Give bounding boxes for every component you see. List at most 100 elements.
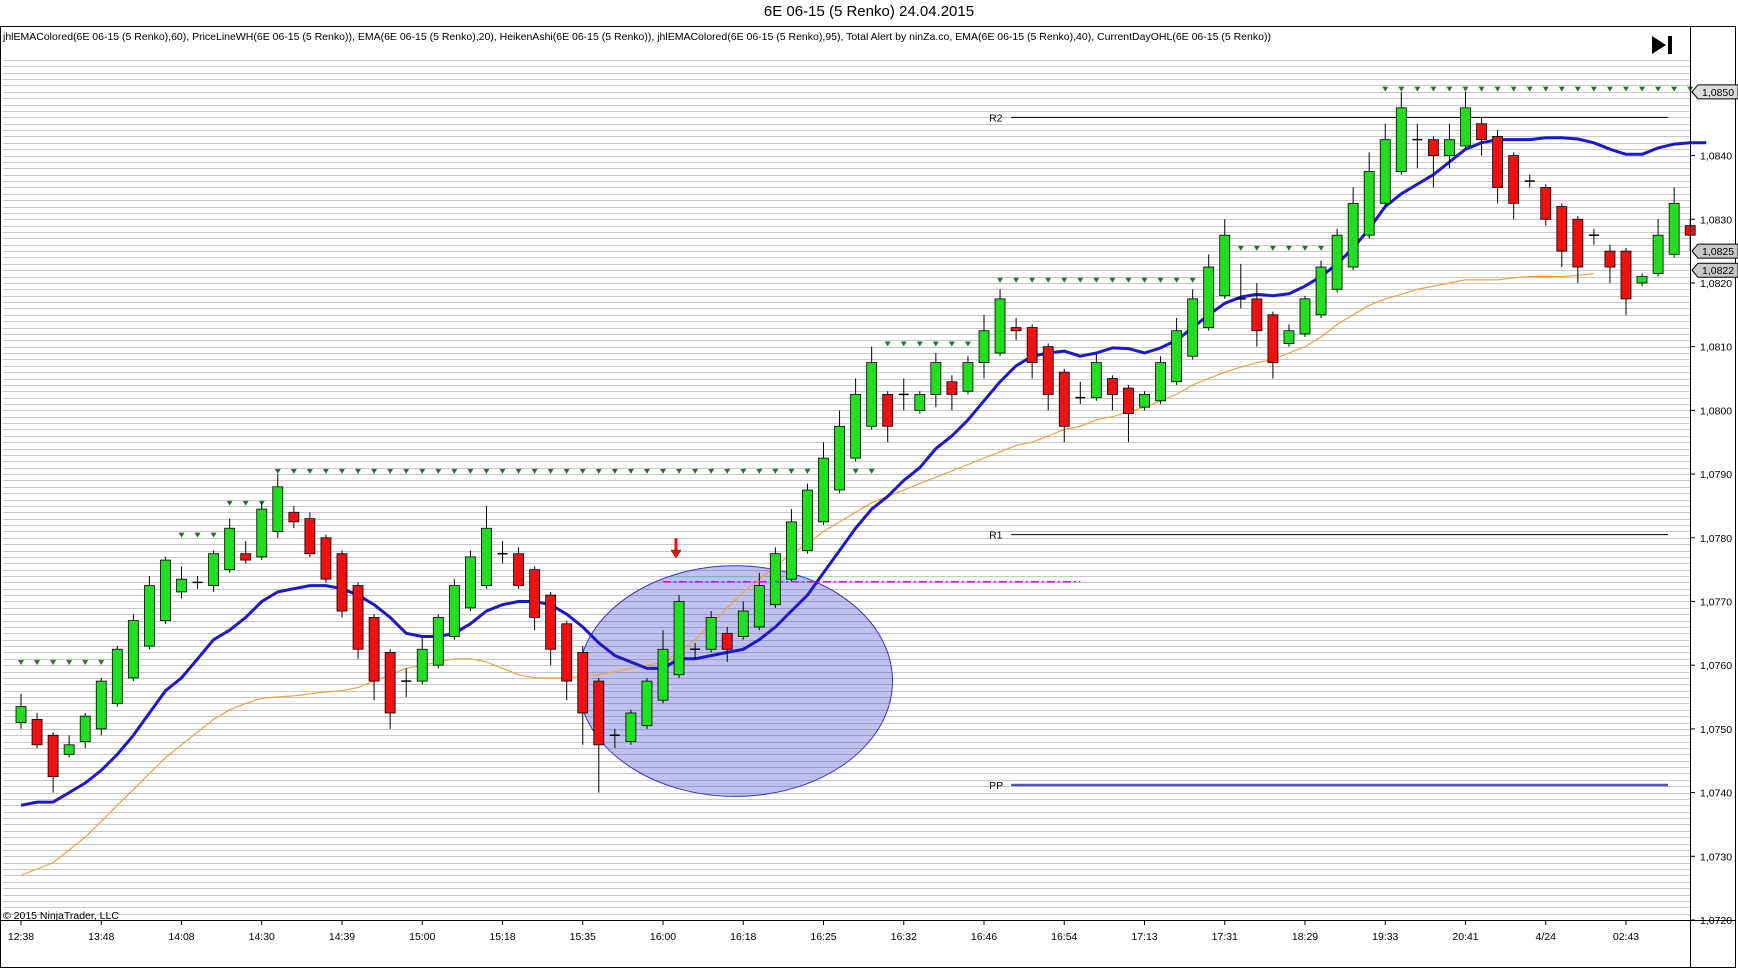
x-tick-label: 20:41 [1452,931,1478,943]
candle [1395,91,1407,175]
candle [1620,247,1632,315]
stop-marker [1173,277,1180,283]
stop-marker [1269,245,1276,251]
stop-marker [1318,245,1325,251]
stop-marker [788,468,795,474]
candle [786,509,797,583]
y-tick-label: 1,0810 [1700,342,1732,354]
candle-body [786,521,797,580]
stop-marker [322,468,329,474]
stop-marker [483,468,490,474]
x-tick-label: 17:13 [1131,931,1157,943]
stop-marker [274,468,281,474]
stop-marker [34,660,41,665]
candle-body [882,394,894,427]
candle-body [866,362,878,427]
stop-marker [740,468,747,474]
candle [368,614,380,701]
y-tick-label: 1,0770 [1700,596,1732,608]
candle-body [930,362,942,395]
candle-body [95,680,107,730]
y-tick-label: 1,0800 [1700,405,1732,417]
candle [1315,260,1327,318]
candle-body [304,518,316,555]
stop-marker [1446,86,1453,92]
stop-marker [1189,277,1196,283]
candle-body [561,623,573,682]
candle [160,556,171,624]
candle [529,566,540,631]
candle-body [818,457,829,523]
candle [448,579,460,640]
go-to-end-icon[interactable] [1650,34,1676,56]
candle [802,483,813,554]
candle-body [127,620,139,679]
pivot-label-r1: R1 [989,530,1003,542]
candle [1299,295,1311,338]
candle-body [1652,234,1664,274]
candle-body [1460,107,1471,147]
candle-body [994,298,1006,354]
stop-marker [66,660,73,665]
candle [978,314,990,379]
stop-marker [1671,86,1678,92]
stop-marker [210,532,217,538]
candle-body [1171,330,1182,383]
price-chart[interactable]: R2R1PP 1,07201,07301,07401,07501,07601,0… [0,0,1738,970]
stop-marker [1590,86,1597,92]
candle [1363,152,1375,239]
stop-marker [419,468,426,474]
stop-markers [18,86,1694,665]
candle [432,614,444,669]
candle-body [352,585,364,650]
candle-body [1315,266,1327,316]
stop-marker [371,468,378,474]
stop-marker [1430,86,1437,92]
candle-body [1042,346,1054,395]
stop-marker [1574,86,1581,92]
candle-body [721,632,733,650]
stop-marker [1237,245,1244,251]
candle-body [464,556,476,609]
candle [1428,136,1439,188]
x-tick-label: 15:35 [570,931,596,943]
candle-body [1010,327,1022,332]
candle [1460,91,1471,150]
candle [1652,219,1664,277]
stop-marker [1013,277,1020,283]
stop-marker [290,468,297,474]
candle-body [802,489,813,551]
stop-marker [467,468,474,474]
stop-marker [194,532,201,538]
stop-marker [1125,277,1132,283]
x-tick-label: 14:30 [249,931,275,943]
candle-body [272,486,284,532]
candle [834,410,845,494]
candle [1588,228,1599,245]
stop-marker [1414,86,1421,92]
x-tick-label: 4/24 [1536,931,1557,943]
candle-body [1508,155,1520,204]
candle [481,505,492,589]
stop-marker [868,468,875,474]
candle [818,442,829,526]
stop-marker [708,468,715,474]
stop-marker [772,468,779,474]
stop-marker [692,468,699,474]
x-tick-label: 12:38 [8,931,34,943]
price-flag: 1,0850 [1691,84,1738,100]
stop-marker [1109,277,1116,283]
candle [1026,324,1038,379]
candle [1267,311,1279,379]
candle-body [368,617,380,682]
candle [1042,343,1054,411]
candle [641,677,653,729]
stop-marker [1462,86,1469,92]
candle-body [63,744,75,755]
stop-marker [451,468,458,474]
stop-marker [1478,86,1485,92]
x-tick-label: 16:25 [810,931,836,943]
y-tick-label: 1,0830 [1700,214,1732,226]
candle-body [1604,250,1616,268]
candle-body [1058,371,1070,427]
